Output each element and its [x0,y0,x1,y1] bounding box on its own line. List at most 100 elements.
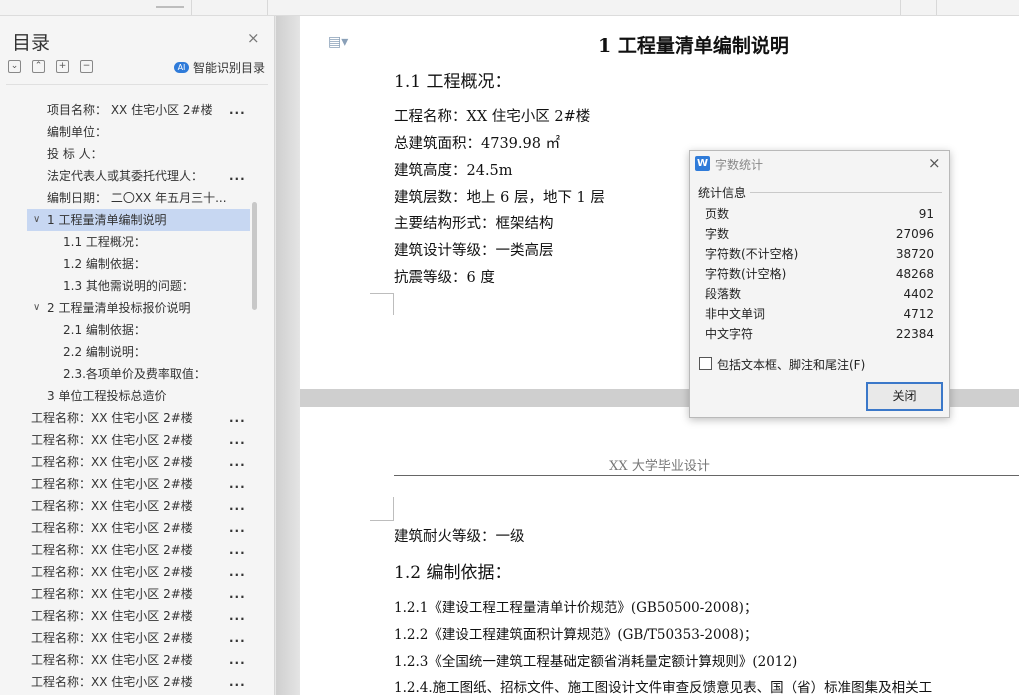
collapse-all-icon[interactable]: ⌄ [8,60,21,73]
stat-row: 段落数 4402 [705,284,934,304]
body-line: 1.2.4.施工图纸、招标文件、施工图设计文件审查反馈意见表、国（省）标准图集及… [394,680,933,695]
page-shadow [276,16,300,695]
toc-item[interactable]: 工程名称：XX 住宅小区 2#楼... [0,561,250,583]
toc-scrollbar[interactable] [252,202,257,310]
heading-1: 1 工程量清单编制说明 [598,35,789,57]
toc-item[interactable]: 工程名称：XX 住宅小区 2#楼... [0,671,250,693]
more-icon[interactable]: ... [229,627,246,649]
word-count-dialog: W 字数统计 × 统计信息 页数 91 字数 27096 字符数(不计空格) 3… [689,150,950,418]
toc-item-label: 工程名称：XX 住宅小区 2#楼 [31,587,193,601]
toc-item-label: 工程名称：XX 住宅小区 2#楼 [31,433,193,447]
toc-item-label: 2.3.各项单价及费率取值： [63,367,206,381]
body-line: 建筑耐火等级：一级 [394,529,525,545]
toc-item[interactable]: 1.1 工程概况： [0,231,250,253]
toc-item[interactable]: 工程名称：XX 住宅小区 2#楼... [0,539,250,561]
toc-item[interactable]: 工程名称：XX 住宅小区 2#楼... [0,473,250,495]
toc-item-label: 工程名称：XX 住宅小区 2#楼 [31,411,193,425]
toc-item-label: 工程名称：XX 住宅小区 2#楼 [31,609,193,623]
plus-icon[interactable]: + [56,60,69,73]
toc-item-label: 2.1 编制依据： [63,323,146,337]
stat-value: 91 [918,207,934,221]
more-icon[interactable]: ... [229,583,246,605]
expand-up-icon[interactable]: ⌃ [32,60,45,73]
toc-item[interactable]: 工程名称：XX 住宅小区 2#楼... [0,583,250,605]
more-icon[interactable]: ... [229,99,246,121]
toc-item[interactable]: 投 标 人： [0,143,250,165]
stat-value: 48268 [895,267,934,281]
more-icon[interactable]: ... [229,429,246,451]
chevron-down-icon[interactable]: ∨ [33,297,40,319]
stat-row: 页数 91 [705,204,934,224]
more-icon[interactable]: ... [229,561,246,583]
more-icon[interactable]: ... [229,407,246,429]
toc-item[interactable]: 2.3.各项单价及费率取值： [0,363,250,385]
more-icon[interactable]: ... [229,495,246,517]
toc-item-label: 工程名称：XX 住宅小区 2#楼 [31,521,193,535]
toc-item[interactable]: ∨ 1 工程量清单编制说明 [27,209,250,231]
minus-icon[interactable]: − [80,60,93,73]
more-icon[interactable]: ... [229,451,246,473]
stat-value: 38720 [895,247,934,261]
cloud-icon: AI [174,61,189,73]
toc-item[interactable]: 编制日期： 二〇XX 年五月三十... [0,187,250,209]
header-rule [394,475,1019,476]
close-icon[interactable]: × [247,30,260,46]
more-icon[interactable]: ... [229,517,246,539]
group-divider [750,192,942,193]
include-textbox-footnote-checkbox[interactable] [699,357,712,370]
toc-item[interactable]: 工程名称：XX 住宅小区 2#楼... [0,517,250,539]
toc-item-label: 工程名称：XX 住宅小区 2#楼 [31,499,193,513]
body-line: 1.2.2《建设工程建筑面积计算规范》(GB/T50353-2008)； [394,627,758,643]
toc-item[interactable]: 编制单位： [0,121,250,143]
close-icon[interactable]: × [928,154,941,172]
toc-item[interactable]: 工程名称：XX 住宅小区 2#楼... [0,429,250,451]
dialog-title: 字数统计 [715,158,764,172]
toc-item[interactable]: ∨ 2 工程量清单投标报价说明 [0,297,250,319]
toc-item[interactable]: 法定代表人或其委托代理人：... [0,165,250,187]
toc-item[interactable]: 工程名称：XX 住宅小区 2#楼... [0,451,250,473]
toc-item[interactable]: 工程名称：XX 住宅小区 2#楼... [0,627,250,649]
smart-toc-label: 智能识别目录 [193,60,266,75]
toc-item[interactable]: 工程名称：XX 住宅小区 2#楼... [0,495,250,517]
more-icon[interactable]: ... [229,605,246,627]
body-line: 总建筑面积：4739.98 ㎡ [394,136,561,152]
heading-2: 1.1 工程概况： [394,72,512,92]
more-icon[interactable]: ... [229,671,246,693]
stat-value: 22384 [895,327,934,341]
toc-item[interactable]: 2.1 编制依据： [0,319,250,341]
close-button[interactable]: 关闭 [866,382,943,411]
crop-mark [370,497,394,521]
toc-item[interactable]: 1.2 编制依据： [0,253,250,275]
more-icon[interactable]: ... [229,473,246,495]
toc-item[interactable]: 工程名称：XX 住宅小区 2#楼... [0,649,250,671]
toc-item[interactable]: 工程名称：XX 住宅小区 2#楼... [0,407,250,429]
dialog-titlebar[interactable]: W 字数统计 × [690,151,949,177]
stat-label: 字数 [705,227,730,241]
body-line: 建筑设计等级：一类高层 [394,243,554,259]
toc-item[interactable]: 项目名称： XX 住宅小区 2#楼... [0,99,250,121]
toc-sidebar: 目录 × ⌄ ⌃ + − AI 智能识别目录 项目名称： XX 住宅小区 2#楼… [0,16,275,695]
toc-list: 项目名称： XX 住宅小区 2#楼... 编制单位： 投 标 人： 法定代表人或其委托… [0,86,250,695]
smart-toc-button[interactable]: AI 智能识别目录 [174,59,265,75]
toc-item[interactable]: 2.2 编制说明： [0,341,250,363]
stat-row: 字符数(不计空格) 38720 [705,244,934,264]
wps-writer-icon: W [695,156,710,171]
checkbox-label[interactable]: 包括文本框、脚注和尾注(F) [717,356,865,373]
toc-item-label: 工程名称：XX 住宅小区 2#楼 [31,653,193,667]
stat-row: 字符数(计空格) 48268 [705,264,934,284]
toc-item[interactable]: 1.3 其他需说明的问题： [0,275,250,297]
toc-item-label: 2.2 编制说明： [63,345,146,359]
body-line: 1.2.3《全国统一建筑工程基础定额省消耗量定额计算规则》(2012) [394,654,798,670]
more-icon[interactable]: ... [229,649,246,671]
toolbar-segment [268,0,901,15]
resize-grip[interactable] [156,6,184,8]
toc-item[interactable]: 3 单位工程投标总造价 [0,385,250,407]
more-icon[interactable]: ... [229,539,246,561]
crop-mark [370,293,394,315]
chevron-down-icon[interactable]: ∨ [33,209,40,231]
document-icon[interactable]: ▤▾ [328,34,348,50]
toc-item-clipped[interactable] [0,86,250,99]
stat-label: 字符数(不计空格) [705,247,799,261]
toc-item[interactable]: 工程名称：XX 住宅小区 2#楼... [0,605,250,627]
more-icon[interactable]: ... [229,165,246,187]
